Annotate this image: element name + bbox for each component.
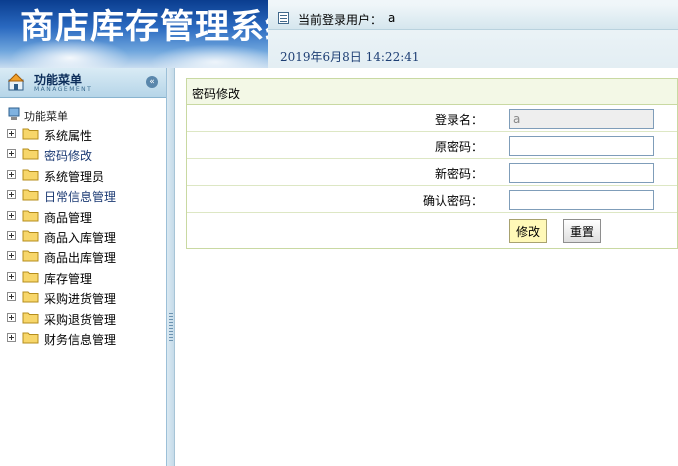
tree-node-label: 采购进货管理	[44, 292, 117, 307]
form-row-login: 登录名：	[187, 105, 677, 132]
sidebar: 功能菜单 MANAGEMENT « 功能菜单 系统属性 密码修改 系统管理员 日…	[0, 68, 167, 466]
main-content: 密码修改 登录名： 原密码： 新密码： 确认密码： 修改 重置	[176, 68, 678, 466]
form-row-confirm-password: 确认密码：	[187, 186, 677, 213]
tree-root[interactable]: 功能菜单	[0, 106, 166, 124]
current-user-label: 当前登录用户：	[298, 13, 383, 27]
folder-icon	[22, 271, 39, 283]
folder-icon	[22, 250, 39, 262]
tree-node-label: 系统管理员	[44, 169, 105, 184]
tree-node-label: 采购退货管理	[44, 312, 117, 327]
splitter-grip-icon[interactable]	[169, 313, 173, 343]
folder-icon	[22, 312, 39, 324]
expand-plus-icon[interactable]	[7, 210, 16, 220]
expand-plus-icon[interactable]	[7, 230, 16, 240]
confirm-password-field[interactable]	[509, 190, 654, 210]
new-password-label: 新密码：	[434, 167, 483, 181]
folder-icon	[22, 210, 39, 222]
folder-icon	[22, 230, 39, 242]
tree-node-password-change[interactable]: 密码修改	[0, 144, 166, 164]
form-heading: 密码修改	[187, 79, 677, 105]
tree-node-label: 系统属性	[44, 129, 93, 143]
tree-root-label: 功能菜单	[24, 110, 68, 123]
tree-node-goods-outbound[interactable]: 商品出库管理	[0, 246, 166, 266]
login-name-field	[509, 109, 654, 129]
expand-plus-icon[interactable]	[7, 332, 16, 342]
folder-icon	[22, 148, 39, 160]
expand-plus-icon[interactable]	[7, 251, 16, 261]
form-row-old-password: 原密码：	[187, 132, 677, 159]
folder-icon	[22, 189, 39, 201]
tree-node-purchase-in[interactable]: 采购进货管理	[0, 287, 166, 307]
expand-plus-icon[interactable]	[7, 292, 16, 302]
password-change-form: 密码修改 登录名： 原密码： 新密码： 确认密码： 修改 重置	[186, 78, 678, 249]
tree-node-label: 商品出库管理	[44, 251, 117, 266]
old-password-label: 原密码：	[434, 140, 483, 154]
tree-node-label: 商品管理	[44, 210, 93, 225]
tree-node-label: 密码修改	[44, 149, 93, 164]
collapse-toggle-icon[interactable]: «	[146, 76, 158, 88]
expand-plus-icon[interactable]	[7, 312, 16, 322]
current-user-value: a	[388, 11, 396, 25]
tree-node-finance[interactable]: 财务信息管理	[0, 328, 166, 348]
expand-plus-icon[interactable]	[7, 271, 16, 281]
tree-node-label: 库存管理	[44, 271, 93, 286]
sidebar-header-subtitle: MANAGEMENT	[34, 86, 93, 93]
app-banner: 商店库存管理系统	[0, 0, 268, 68]
login-name-label: 登录名：	[434, 113, 483, 127]
tree-node-label: 商品入库管理	[44, 230, 117, 245]
tree-node-system-properties[interactable]: 系统属性	[0, 124, 166, 144]
folder-icon	[22, 128, 39, 140]
folder-icon	[22, 332, 39, 344]
sidebar-header: 功能菜单 MANAGEMENT «	[0, 68, 166, 98]
expand-plus-icon[interactable]	[7, 149, 16, 159]
banner-cloud	[150, 44, 268, 68]
tree-node-system-admin[interactable]: 系统管理员	[0, 165, 166, 185]
tree-node-label: 财务信息管理	[44, 332, 117, 347]
expand-plus-icon[interactable]	[7, 190, 16, 200]
form-row-new-password: 新密码：	[187, 159, 677, 186]
tree-node-goods-inbound[interactable]: 商品入库管理	[0, 226, 166, 246]
current-user-line: 当前登录用户： a	[268, 6, 678, 30]
reset-button[interactable]: 重置	[563, 219, 602, 243]
tree-node-goods[interactable]: 商品管理	[0, 206, 166, 226]
confirm-password-label: 确认密码：	[422, 194, 483, 208]
function-tree: 功能菜单 系统属性 密码修改 系统管理员 日常信息管理 商品管理 商品入库管理 …	[0, 106, 166, 348]
menu-home-icon	[8, 73, 24, 91]
current-datetime: 2019年6月8日 14:22:41	[280, 50, 420, 64]
tree-node-daily-info[interactable]: 日常信息管理	[0, 185, 166, 205]
computer-icon	[8, 107, 20, 120]
old-password-field[interactable]	[509, 136, 654, 156]
folder-icon	[22, 169, 39, 181]
sidebar-splitter[interactable]	[167, 68, 175, 466]
tree-node-label: 日常信息管理	[44, 190, 117, 205]
folder-icon	[22, 291, 39, 303]
submit-button[interactable]: 修改	[509, 219, 548, 243]
form-row-buttons: 修改 重置	[187, 213, 677, 248]
expand-plus-icon[interactable]	[7, 169, 16, 179]
tree-node-inventory[interactable]: 库存管理	[0, 267, 166, 287]
document-icon	[278, 12, 289, 24]
top-info-bar: 当前登录用户： a 2019年6月8日 14:22:41	[268, 0, 678, 68]
tree-node-purchase-return[interactable]: 采购退货管理	[0, 308, 166, 328]
app-title: 商店库存管理系统	[20, 7, 268, 47]
new-password-field[interactable]	[509, 163, 654, 183]
expand-plus-icon[interactable]	[7, 129, 16, 138]
